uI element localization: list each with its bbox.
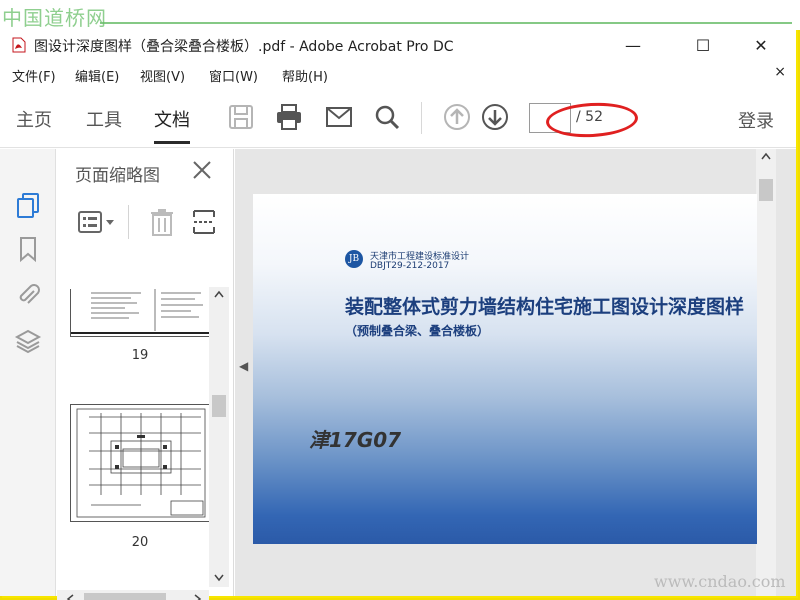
maximize-button[interactable]: ☐ xyxy=(680,30,726,60)
publisher-logo: JB xyxy=(345,250,363,268)
menu-bar: 文件(F) 编辑(E) 视图(V) 窗口(W) 帮助(H) × xyxy=(0,62,796,86)
page-thumbnail-19[interactable] xyxy=(70,289,210,337)
tab-tools[interactable]: 工具 xyxy=(86,106,122,132)
scrollbar-graphic xyxy=(66,593,202,600)
toolbar-separator xyxy=(421,102,422,134)
trash-icon[interactable] xyxy=(149,207,175,237)
menu-window[interactable]: 窗口(W) xyxy=(209,66,258,85)
scrollbar-graphic xyxy=(212,290,226,582)
close-document-button[interactable]: × xyxy=(774,64,786,80)
thumbnail-vertical-scrollbar[interactable] xyxy=(209,287,229,587)
layers-icon[interactable] xyxy=(14,327,42,355)
attachment-icon[interactable] xyxy=(14,281,42,309)
thumbnail-drawing xyxy=(76,408,206,518)
thumbnail-label-20: 20 xyxy=(131,535,149,550)
next-page-icon[interactable] xyxy=(480,102,510,132)
watermark-line xyxy=(100,22,792,24)
close-icon[interactable] xyxy=(191,159,213,181)
document-vertical-scrollbar[interactable] xyxy=(756,149,776,596)
pdf-page: JB 天津市工程建设标准设计 DBJT29-212-2017 装配整体式剪力墙结… xyxy=(253,194,757,544)
tab-home[interactable]: 主页 xyxy=(16,106,52,132)
minimize-button[interactable]: — xyxy=(610,30,656,60)
navigation-rail xyxy=(0,149,56,596)
email-icon[interactable] xyxy=(324,102,354,132)
menu-file[interactable]: 文件(F) xyxy=(12,66,56,85)
document-view[interactable]: ◀ ▶ JB 天津市工程建设标准设计 DBJT29-212-2017 装配整体式… xyxy=(235,149,796,596)
document-series: 津17G07 xyxy=(309,428,402,452)
menu-view[interactable]: 视图(V) xyxy=(140,66,185,85)
thumbnail-horizontal-scrollbar[interactable] xyxy=(57,590,209,600)
watermark-text: 中国道桥网 xyxy=(2,6,107,30)
menu-help[interactable]: 帮助(H) xyxy=(282,66,328,85)
save-icon[interactable] xyxy=(226,102,256,132)
thumbnail-drawing xyxy=(71,289,209,334)
page-thumbnails-icon[interactable] xyxy=(14,191,42,219)
title-bar: 图设计深度图样（叠合梁叠合楼板）.pdf - Adobe Acrobat Pro… xyxy=(0,30,796,60)
menu-edit[interactable]: 编辑(E) xyxy=(75,66,119,85)
options-menu-icon[interactable] xyxy=(77,207,117,237)
print-icon[interactable] xyxy=(274,102,304,132)
panel-title: 页面缩略图 xyxy=(75,166,160,186)
search-icon[interactable] xyxy=(372,102,402,132)
thumbnail-label-19: 19 xyxy=(131,348,149,363)
login-button[interactable]: 登录 xyxy=(738,107,774,133)
panel-separator xyxy=(128,205,129,239)
scrollbar-graphic xyxy=(759,152,773,201)
document-subtitle: （预制叠合梁、叠合楼板） xyxy=(345,324,490,338)
window-title: 图设计深度图样（叠合梁叠合楼板）.pdf - Adobe Acrobat Pro… xyxy=(34,39,454,55)
tab-document[interactable]: 文档 xyxy=(154,106,190,144)
watermark-top: 中国道桥网 xyxy=(0,0,800,30)
bookmark-icon[interactable] xyxy=(14,235,42,263)
pdf-file-icon xyxy=(12,37,26,53)
collapse-left-pane-icon[interactable]: ◀ xyxy=(239,359,248,373)
close-window-button[interactable]: ✕ xyxy=(738,30,784,60)
watermark-bottom-text: www.cndao.com xyxy=(654,572,786,591)
page-thumbnail-20[interactable] xyxy=(70,404,210,522)
thumbnails-panel: 页面缩略图 19 20 xyxy=(57,149,234,600)
toolbar: 主页 工具 文档 / 52 登录 xyxy=(0,88,796,148)
extract-pages-icon[interactable] xyxy=(191,207,217,237)
acrobat-window: 图设计深度图样（叠合梁叠合楼板）.pdf - Adobe Acrobat Pro… xyxy=(0,30,796,600)
document-title: 装配整体式剪力墙结构住宅施工图设计深度图样 xyxy=(345,296,745,318)
previous-page-icon[interactable] xyxy=(442,102,472,132)
document-code: DBJT29-212-2017 xyxy=(370,261,450,271)
